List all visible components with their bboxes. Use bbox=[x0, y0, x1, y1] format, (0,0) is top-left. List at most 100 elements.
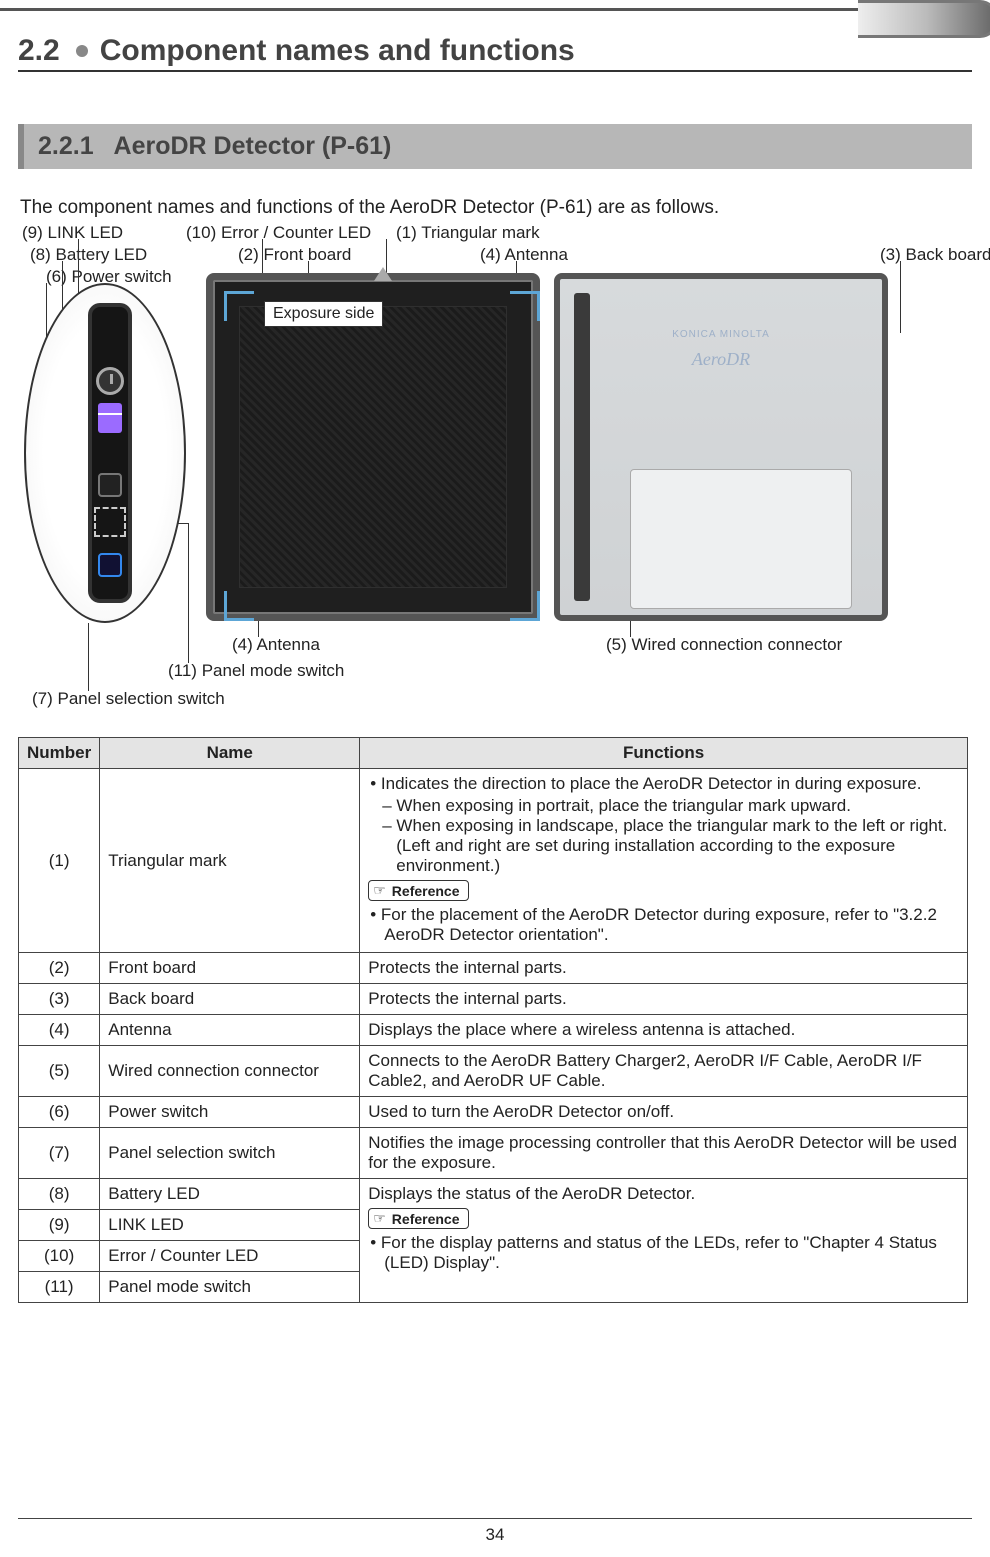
exposure-side-label: Exposure side bbox=[264, 301, 383, 327]
power-icon bbox=[96, 367, 124, 395]
panel-mode-icon bbox=[98, 553, 122, 577]
cell-func: Notifies the image processing controller… bbox=[360, 1128, 968, 1179]
cell-func: Used to turn the AeroDR Detector on/off. bbox=[360, 1097, 968, 1128]
brand-small: KONICA MINOLTA bbox=[560, 329, 882, 340]
bullet-icon bbox=[76, 45, 88, 57]
table-row: (3) Back board Protects the internal par… bbox=[19, 984, 968, 1015]
cell-func-merged: Displays the status of the AeroDR Detect… bbox=[360, 1179, 968, 1303]
pointing-hand-icon: ☞ bbox=[373, 1210, 386, 1227]
cell-name: Error / Counter LED bbox=[100, 1241, 360, 1272]
func-sub: When exposing in portrait, place the tri… bbox=[382, 796, 959, 816]
table-row: (2) Front board Protects the internal pa… bbox=[19, 953, 968, 984]
corner-mark-icon bbox=[510, 591, 540, 621]
table-header-row: Number Name Functions bbox=[19, 738, 968, 769]
label-10: (10) Error / Counter LED bbox=[186, 223, 371, 243]
lead-line bbox=[188, 523, 189, 663]
cell-name: Power switch bbox=[100, 1097, 360, 1128]
reference-badge: ☞ Reference bbox=[368, 880, 468, 901]
panel-selection-icon bbox=[98, 473, 122, 497]
cell-func: Protects the internal parts. bbox=[360, 953, 968, 984]
top-rule bbox=[0, 8, 990, 11]
cell-num: (1) bbox=[19, 769, 100, 953]
cell-num: (4) bbox=[19, 1015, 100, 1046]
th-number: Number bbox=[19, 738, 100, 769]
intro-text: The component names and functions of the… bbox=[20, 197, 972, 219]
lead-line bbox=[88, 623, 89, 691]
triangular-mark-icon bbox=[374, 267, 392, 281]
reference-label: Reference bbox=[392, 883, 460, 899]
cell-func: Indicates the direction to place the Aer… bbox=[360, 769, 968, 953]
cell-num: (6) bbox=[19, 1097, 100, 1128]
cell-name: Triangular mark bbox=[100, 769, 360, 953]
func-ref: For the display patterns and status of t… bbox=[368, 1233, 959, 1273]
table-row: (5) Wired connection connector Connects … bbox=[19, 1046, 968, 1097]
corner-tab-icon bbox=[858, 0, 990, 38]
cell-num: (9) bbox=[19, 1210, 100, 1241]
label-11: (11) Panel mode switch bbox=[168, 661, 344, 681]
cell-name: Antenna bbox=[100, 1015, 360, 1046]
func-sub: When exposing in landscape, place the tr… bbox=[382, 816, 959, 876]
reference-badge: ☞ Reference bbox=[368, 1208, 468, 1229]
brand-logo: AeroDR bbox=[560, 349, 882, 370]
section-title: 2.2 Component names and functions bbox=[18, 34, 972, 68]
label-8: (8) Battery LED bbox=[30, 245, 147, 265]
cell-num: (2) bbox=[19, 953, 100, 984]
label-4b: (4) Antenna bbox=[232, 635, 320, 655]
label-5: (5) Wired connection connector bbox=[606, 635, 842, 655]
cell-name: Back board bbox=[100, 984, 360, 1015]
label-2: (2) Front board bbox=[238, 245, 351, 265]
label-7: (7) Panel selection switch bbox=[32, 689, 225, 709]
cell-name: Wired connection connector bbox=[100, 1046, 360, 1097]
spec-plate-graphic bbox=[630, 469, 852, 609]
component-diagram: (9) LINK LED (8) Battery LED (6) Power s… bbox=[18, 223, 972, 713]
lead-line bbox=[258, 621, 259, 637]
cell-name: Panel selection switch bbox=[100, 1128, 360, 1179]
func-ref: For the placement of the AeroDR Detector… bbox=[368, 905, 959, 945]
label-4a: (4) Antenna bbox=[480, 245, 568, 265]
corner-mark-icon bbox=[510, 291, 540, 321]
subsection-heading: 2.2.1 AeroDR Detector (P-61) bbox=[18, 124, 972, 169]
section-name: Component names and functions bbox=[100, 34, 575, 68]
cell-func: Connects to the AeroDR Battery Charger2,… bbox=[360, 1046, 968, 1097]
lead-line bbox=[900, 261, 901, 333]
cell-func: Protects the internal parts. bbox=[360, 984, 968, 1015]
table-row: (1) Triangular mark Indicates the direct… bbox=[19, 769, 968, 953]
cell-num: (10) bbox=[19, 1241, 100, 1272]
table-row: (7) Panel selection switch Notifies the … bbox=[19, 1128, 968, 1179]
section-underline bbox=[18, 70, 972, 72]
corner-mark-icon bbox=[224, 291, 254, 321]
th-name: Name bbox=[100, 738, 360, 769]
func-bullet: Indicates the direction to place the Aer… bbox=[368, 774, 959, 794]
cell-num: (7) bbox=[19, 1128, 100, 1179]
corner-mark-icon bbox=[224, 591, 254, 621]
cell-num: (5) bbox=[19, 1046, 100, 1097]
subsection-number: 2.2.1 bbox=[38, 132, 94, 160]
cell-name: Battery LED bbox=[100, 1179, 360, 1210]
th-func: Functions bbox=[360, 738, 968, 769]
label-9: (9) LINK LED bbox=[22, 223, 123, 243]
cell-func: Displays the place where a wireless ante… bbox=[360, 1015, 968, 1046]
cell-name: Front board bbox=[100, 953, 360, 984]
func-intro: Displays the status of the AeroDR Detect… bbox=[368, 1184, 959, 1204]
cell-name: LINK LED bbox=[100, 1210, 360, 1241]
component-table: Number Name Functions (1) Triangular mar… bbox=[18, 737, 968, 1303]
counter-area-icon bbox=[94, 507, 126, 537]
pointing-hand-icon: ☞ bbox=[373, 882, 386, 899]
section-number: 2.2 bbox=[18, 34, 60, 68]
reference-label: Reference bbox=[392, 1211, 460, 1227]
cell-num: (3) bbox=[19, 984, 100, 1015]
back-board-graphic: KONICA MINOLTA AeroDR bbox=[554, 273, 888, 621]
label-3: (3) Back board bbox=[880, 245, 990, 265]
table-row: (8) Battery LED Displays the status of t… bbox=[19, 1179, 968, 1210]
led-stack-icon bbox=[98, 403, 122, 433]
table-row: (6) Power switch Used to turn the AeroDR… bbox=[19, 1097, 968, 1128]
page-number: 34 bbox=[0, 1518, 990, 1545]
subsection-title: AeroDR Detector (P-61) bbox=[114, 132, 392, 160]
label-1: (1) Triangular mark bbox=[396, 223, 540, 243]
cell-name: Panel mode switch bbox=[100, 1272, 360, 1303]
cell-num: (8) bbox=[19, 1179, 100, 1210]
table-row: (4) Antenna Displays the place where a w… bbox=[19, 1015, 968, 1046]
control-panel-zoom bbox=[24, 283, 186, 623]
cell-num: (11) bbox=[19, 1272, 100, 1303]
lead-line bbox=[630, 621, 631, 637]
